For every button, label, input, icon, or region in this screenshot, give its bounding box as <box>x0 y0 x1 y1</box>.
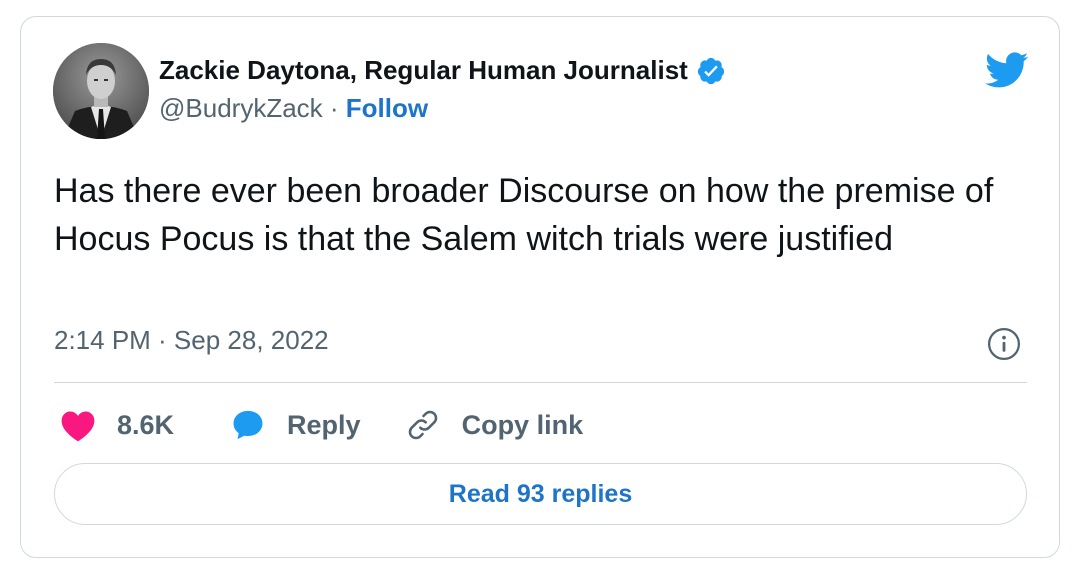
reply-label: Reply <box>287 409 361 440</box>
avatar-photo <box>53 43 149 139</box>
link-icon <box>408 410 437 440</box>
author-name-row: Zackie Daytona, Regular Human Journalist <box>159 55 726 86</box>
like-action[interactable]: 8.6K <box>59 408 174 442</box>
tweet-timestamp[interactable]: 2:14 PM · Sep 28, 2022 <box>54 325 329 356</box>
info-icon[interactable] <box>987 327 1021 361</box>
avatar[interactable] <box>53 43 149 139</box>
tweet-card: Zackie Daytona, Regular Human Journalist… <box>20 16 1060 558</box>
twitter-bird-icon[interactable] <box>983 51 1029 89</box>
copy-link-action[interactable]: Copy link <box>405 407 584 443</box>
tweet-text: Has there ever been broader Discourse on… <box>54 172 994 258</box>
heart-icon <box>61 411 95 442</box>
author-name[interactable]: Zackie Daytona, Regular Human Journalist <box>159 55 688 86</box>
speech-bubble-icon <box>233 410 263 440</box>
follow-button[interactable]: Follow <box>346 93 428 123</box>
read-replies-button[interactable]: Read 93 replies <box>54 463 1027 525</box>
author-handle[interactable]: @BudrykZack <box>159 93 323 123</box>
verified-badge-icon <box>696 56 726 86</box>
separator-dot: · <box>329 93 339 123</box>
action-bar: 8.6K Reply Copy link <box>59 405 583 445</box>
divider <box>54 382 1027 383</box>
reply-action[interactable]: Reply <box>230 408 361 442</box>
like-count: 8.6K <box>117 409 175 440</box>
author-handle-row: @BudrykZack · Follow <box>159 93 428 124</box>
copy-link-label: Copy link <box>461 409 584 440</box>
